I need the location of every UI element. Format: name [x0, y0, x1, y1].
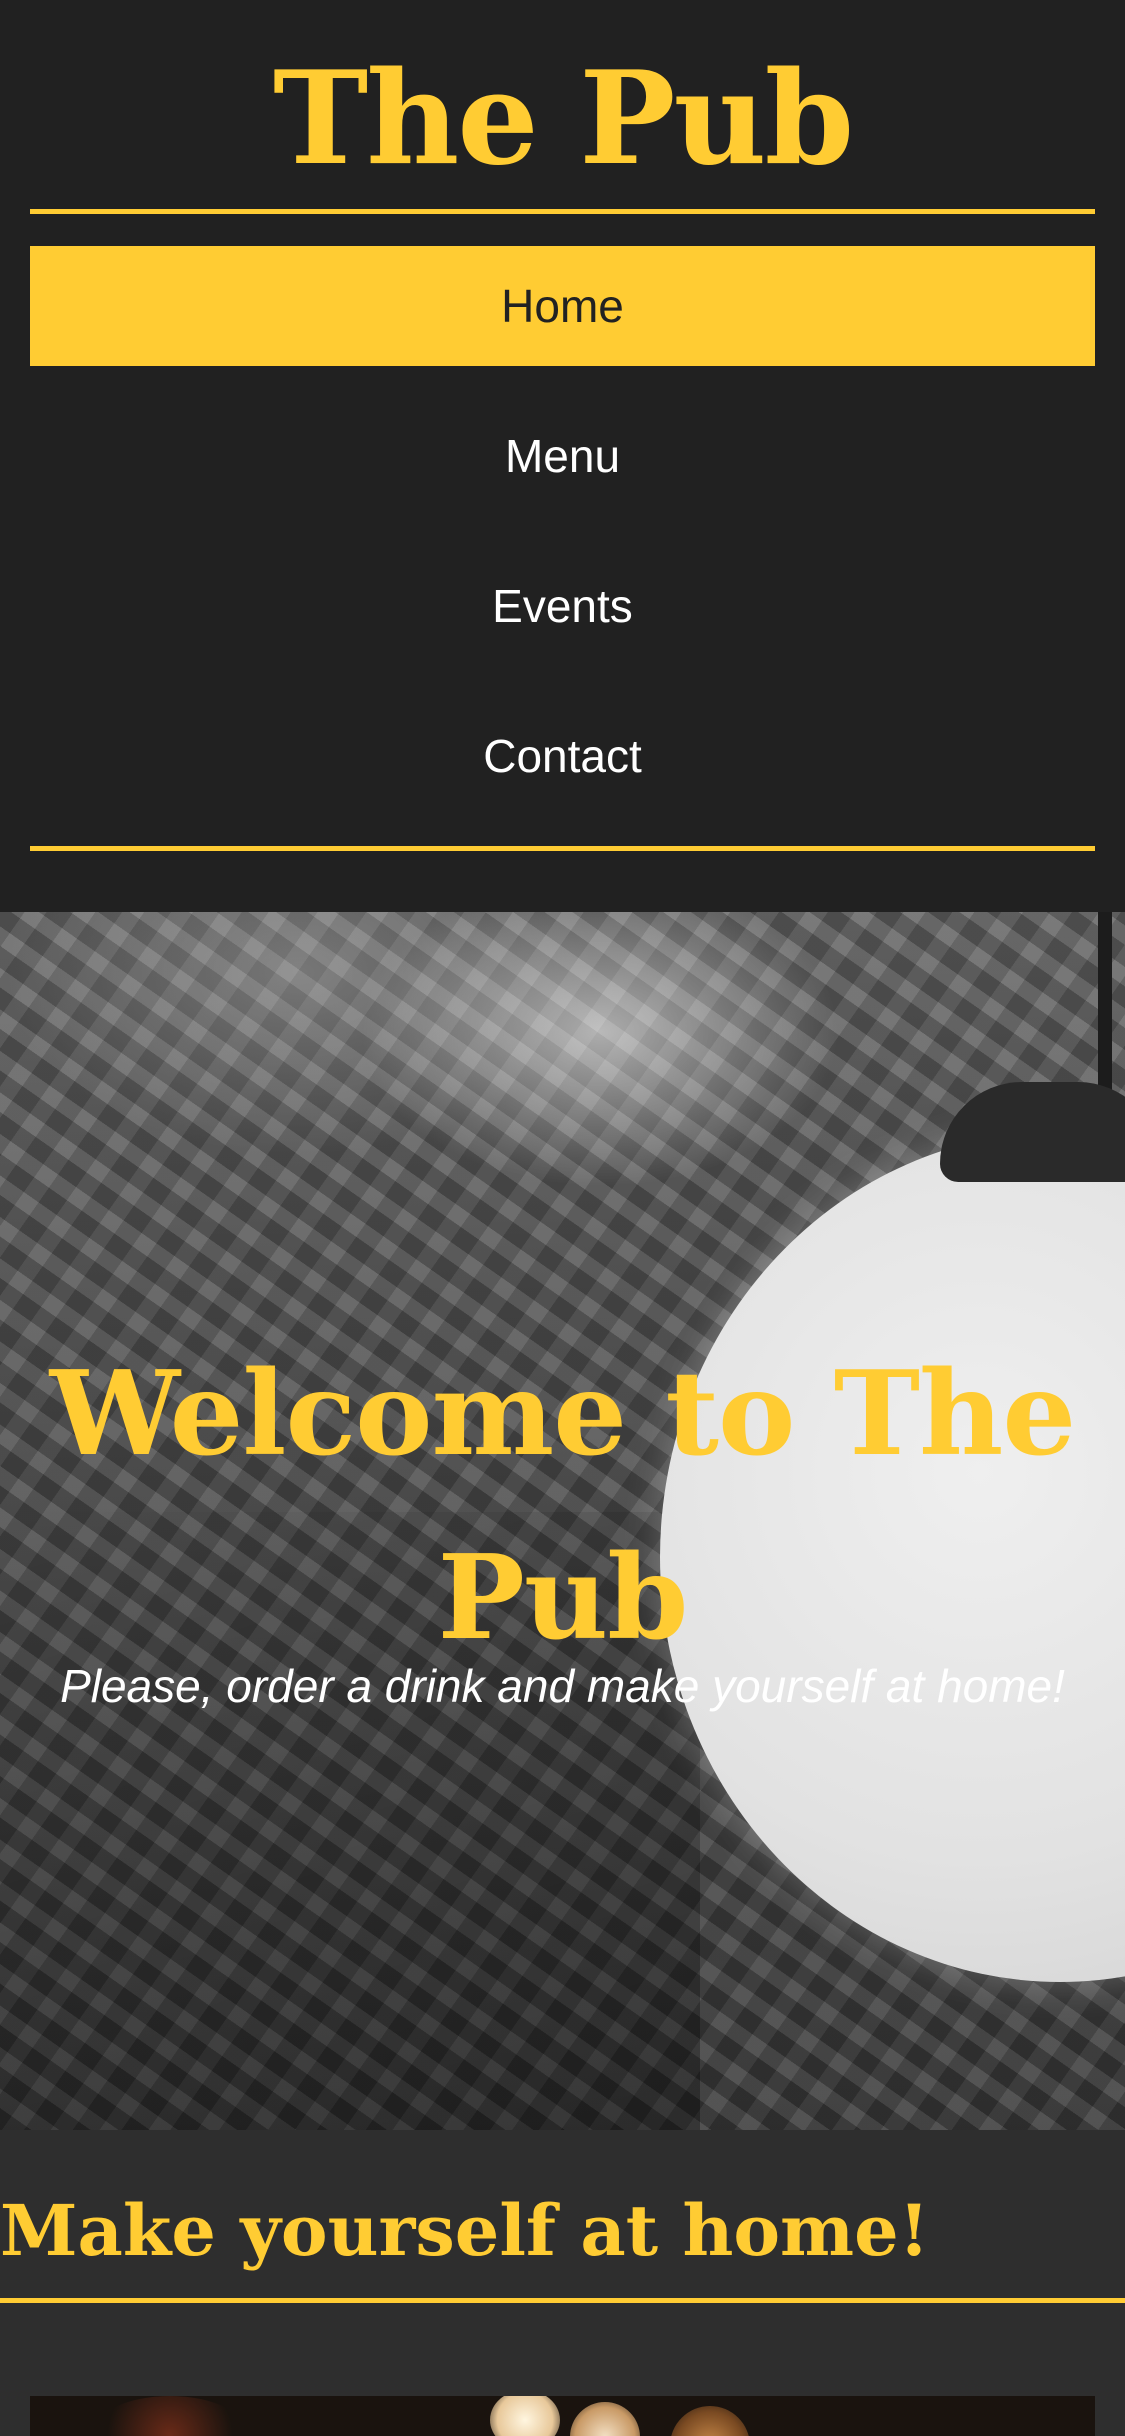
bokeh-light: [570, 2402, 640, 2436]
hero-banner: Welcome to The Pub Please, order a drink…: [0, 912, 1125, 2130]
section-heading: Make yourself at home!: [0, 2189, 930, 2272]
lamp-cord: [1098, 912, 1112, 1092]
bokeh-light: [490, 2396, 560, 2436]
header-top-divider: [30, 209, 1095, 214]
header-bottom-divider: [30, 846, 1095, 851]
bokeh-light: [670, 2406, 750, 2436]
bokeh-light: [90, 2396, 250, 2436]
section-divider: [0, 2298, 1125, 2303]
site-title: The Pub: [272, 44, 854, 194]
hero-tagline: Please, order a drink and make yourself …: [60, 1660, 1065, 1712]
nav-item-menu[interactable]: Menu: [30, 396, 1095, 516]
main-nav: Home Menu Events Contact: [30, 246, 1095, 846]
nav-item-contact[interactable]: Contact: [30, 696, 1095, 816]
section-image: [30, 2396, 1095, 2436]
home-section: Make yourself at home!: [0, 2130, 1125, 2436]
nav-item-home[interactable]: Home: [30, 246, 1095, 366]
site-header: The Pub Home Menu Events Contact: [0, 0, 1125, 912]
nav-item-events[interactable]: Events: [30, 546, 1095, 666]
hero-heading: Welcome to The Pub: [49, 1346, 1076, 1666]
